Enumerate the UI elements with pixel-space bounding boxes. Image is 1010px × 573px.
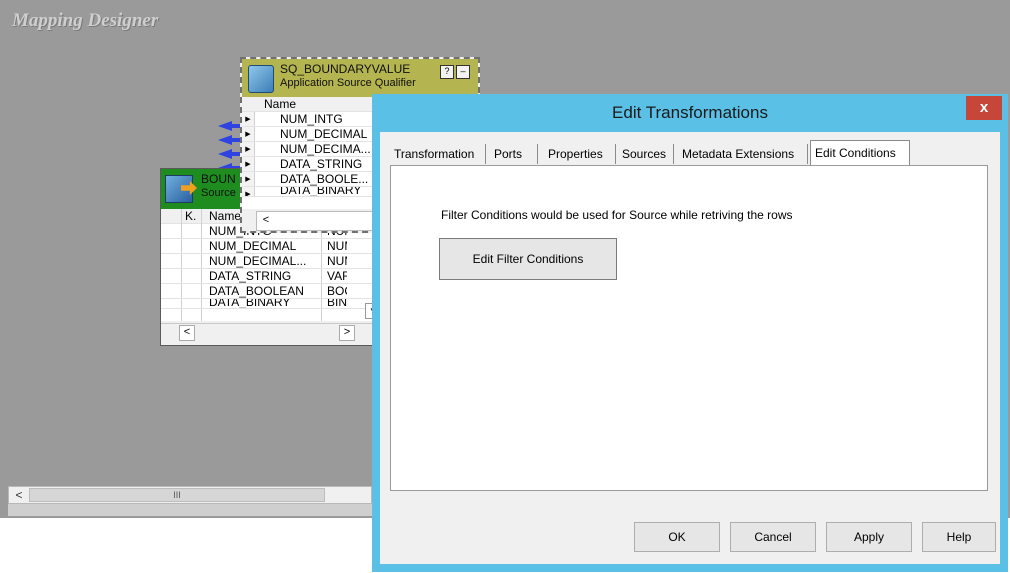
table-row[interactable]: DATA_BOOLEAN BOOL bbox=[161, 284, 381, 299]
scroll-left-button[interactable]: < bbox=[179, 325, 195, 341]
table-row[interactable]: DATA_BINARY BINAI bbox=[161, 299, 381, 309]
source-hscrollbar[interactable]: < > bbox=[161, 323, 381, 342]
edit-transformations-dialog[interactable]: Edit Transformations x Transformation Po… bbox=[372, 94, 1008, 572]
col-key: K. bbox=[185, 209, 197, 223]
cancel-button[interactable]: Cancel bbox=[730, 522, 816, 552]
tab-ports[interactable]: Ports bbox=[490, 144, 538, 164]
col-name: Name bbox=[264, 97, 297, 111]
col-name: Name bbox=[209, 209, 242, 223]
dialog-title: Edit Transformations bbox=[612, 103, 768, 122]
qualifier-icon bbox=[248, 65, 274, 93]
designer-title: Mapping Designer bbox=[12, 10, 159, 31]
tab-sources[interactable]: Sources bbox=[618, 144, 674, 164]
scroll-left-button[interactable]: < bbox=[11, 487, 27, 503]
table-row[interactable]: NUM_DECIMAL NUMB bbox=[161, 239, 381, 254]
dialog-body: Transformation Ports Properties Sources … bbox=[380, 132, 1000, 564]
designer-bottom-strip bbox=[8, 504, 372, 516]
scroll-right-button[interactable]: > bbox=[339, 325, 355, 341]
tab-transformation[interactable]: Transformation bbox=[390, 144, 486, 164]
tab-properties[interactable]: Properties bbox=[544, 144, 616, 164]
scroll-thumb[interactable]: III bbox=[29, 488, 325, 502]
source-qualifier-header[interactable]: SQ_BOUNDARYVALUE Application Source Qual… bbox=[242, 59, 478, 97]
qualifier-hscrollbar[interactable]: < bbox=[256, 211, 378, 231]
filter-info-text: Filter Conditions would be used for Sour… bbox=[441, 208, 793, 222]
tab-edit-conditions[interactable]: Edit Conditions bbox=[810, 140, 910, 166]
ok-button[interactable]: OK bbox=[634, 522, 720, 552]
dialog-titlebar[interactable]: Edit Transformations x bbox=[372, 94, 1008, 132]
table-row[interactable]: DATA_STRING VARC bbox=[161, 269, 381, 284]
table-row[interactable]: NUM_DECIMAL... NUMI bbox=[161, 254, 381, 269]
scroll-left-button[interactable]: < bbox=[259, 213, 273, 227]
help-button[interactable]: Help bbox=[922, 522, 996, 552]
dialog-footer: OK Cancel Apply Help bbox=[380, 500, 1000, 564]
source-type: Source bbox=[201, 187, 236, 199]
qualifier-name: SQ_BOUNDARYVALUE bbox=[280, 62, 411, 76]
edit-filter-conditions-button[interactable]: Edit Filter Conditions bbox=[439, 238, 617, 280]
close-button[interactable]: x bbox=[966, 96, 1002, 120]
qualifier-type: Application Source Qualifier bbox=[280, 77, 416, 89]
edit-conditions-panel: Filter Conditions would be used for Sour… bbox=[390, 165, 988, 491]
designer-hscrollbar[interactable]: < III bbox=[8, 486, 372, 504]
tab-metadata-extensions[interactable]: Metadata Extensions bbox=[678, 144, 808, 164]
help-button[interactable]: ? bbox=[440, 65, 454, 79]
source-name: BOUN bbox=[201, 172, 236, 186]
apply-button[interactable]: Apply bbox=[826, 522, 912, 552]
minimize-button[interactable]: – bbox=[456, 65, 470, 79]
